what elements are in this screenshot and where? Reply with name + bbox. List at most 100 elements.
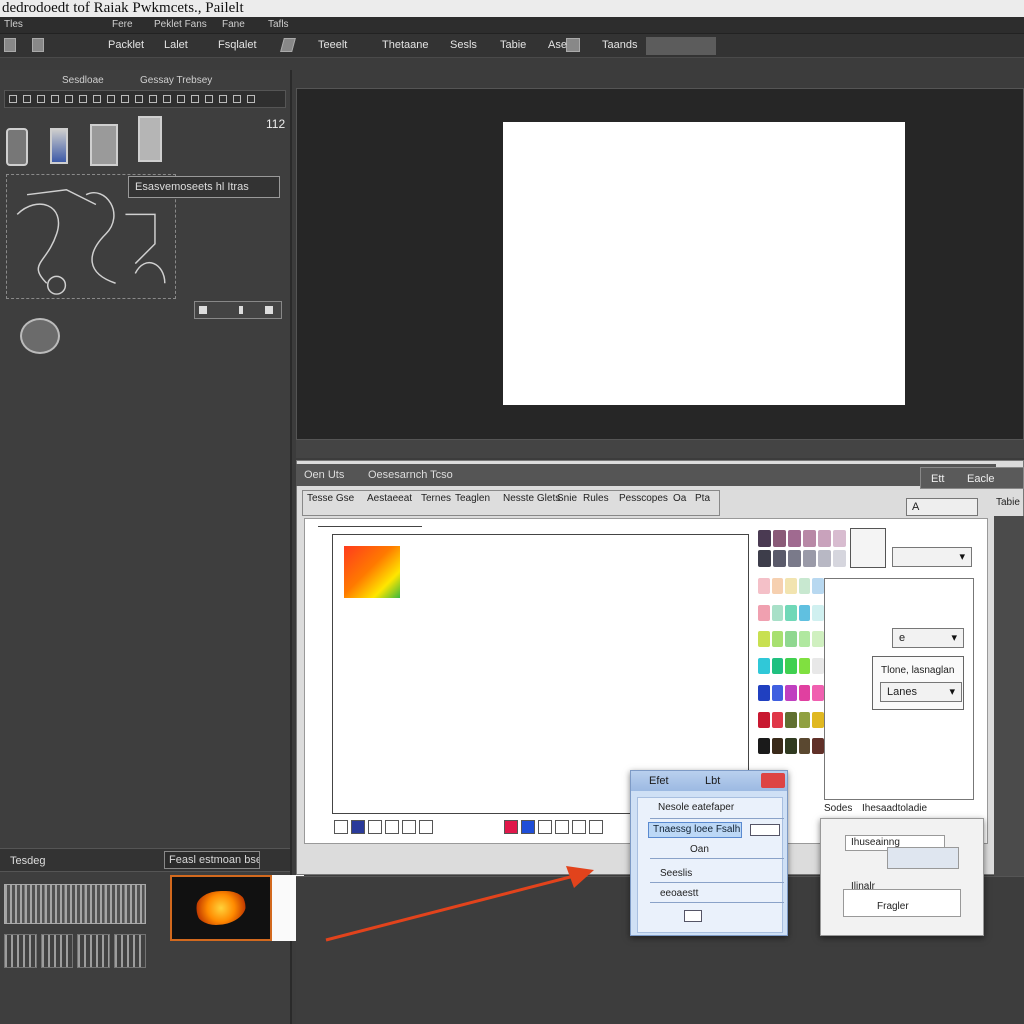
right-scrollbar[interactable] (994, 516, 1024, 876)
brush-sketch[interactable] (850, 528, 886, 568)
color-swatch[interactable] (785, 631, 797, 648)
tool-icon[interactable] (402, 820, 416, 834)
color-swatch[interactable] (771, 738, 784, 755)
tool-icon[interactable] (589, 820, 603, 834)
color-swatch[interactable] (812, 738, 824, 755)
color-swatch[interactable] (812, 604, 824, 621)
tool-icon[interactable] (219, 95, 227, 103)
canister-icon[interactable] (138, 116, 162, 162)
thumbnail[interactable] (4, 934, 37, 968)
color-swatch[interactable] (812, 711, 824, 728)
tool-icon[interactable] (163, 95, 171, 103)
color-swatch[interactable] (812, 578, 824, 594)
title-right-label[interactable]: Eacle (967, 473, 995, 485)
toggle-icon[interactable] (199, 306, 207, 314)
color-swatch[interactable] (798, 578, 811, 594)
toolbar-item[interactable]: Fsqlalet (218, 39, 257, 51)
toolbar-item[interactable]: Taands (602, 39, 637, 51)
tool-icon[interactable] (9, 95, 17, 103)
color-swatch[interactable] (785, 578, 797, 594)
toolbar-item[interactable]: Packlet (108, 39, 144, 51)
thumbnail-strip-secondary[interactable] (4, 934, 146, 968)
color-swatch[interactable] (785, 711, 797, 728)
tool-icon[interactable] (121, 95, 129, 103)
inner-menu-item[interactable]: Snie (557, 493, 577, 504)
tool-icon[interactable] (149, 95, 157, 103)
tool-icon[interactable] (107, 95, 115, 103)
tool-icon[interactable] (368, 820, 382, 834)
bottle-icon[interactable] (50, 128, 68, 164)
dialog-ok-button[interactable] (684, 910, 702, 922)
color-swatch[interactable] (771, 604, 784, 621)
color-swatch[interactable] (771, 631, 784, 648)
color-swatch[interactable] (798, 658, 811, 675)
color-swatch[interactable] (833, 530, 846, 547)
color-swatch[interactable] (771, 578, 784, 594)
tool-icon[interactable] (177, 95, 185, 103)
inner-menu-item[interactable]: Teaglen (455, 493, 490, 504)
color-swatch[interactable] (803, 550, 816, 567)
brush-icon[interactable] (280, 38, 296, 52)
tool-icon[interactable] (51, 95, 59, 103)
cube-icon[interactable] (6, 128, 28, 166)
color-swatch[interactable] (785, 738, 797, 755)
inner-menu-item[interactable]: Aestaeeat (367, 493, 412, 504)
tool-icon[interactable] (247, 95, 255, 103)
artboard[interactable] (503, 122, 905, 405)
color-swatch[interactable] (833, 550, 846, 567)
tool-icon[interactable] (419, 820, 433, 834)
title-right-label[interactable]: Ett (931, 473, 944, 485)
color-swatch[interactable] (798, 684, 811, 701)
panel-divider[interactable] (296, 440, 1024, 458)
inner-menu-item[interactable]: Pta (695, 493, 710, 504)
color-swatch[interactable] (758, 550, 771, 567)
view-button-a[interactable]: A (907, 501, 924, 513)
thumbnail[interactable] (5, 885, 25, 923)
thumbnail[interactable] (113, 934, 146, 968)
thumbnail[interactable] (85, 885, 105, 923)
toolbar-input[interactable] (646, 37, 716, 55)
color-swatch[interactable] (788, 550, 801, 567)
dialog-toggle[interactable] (750, 824, 780, 836)
color-swatch[interactable] (758, 738, 770, 755)
view-buttons[interactable]: A (906, 498, 978, 516)
color-swatch[interactable] (788, 530, 801, 547)
dialog-option[interactable]: Oan (690, 844, 709, 855)
inner-menu-item[interactable]: Pesscopes (619, 493, 668, 504)
panel-tab[interactable]: Gessay Trebsey (140, 75, 212, 86)
color-swatch[interactable] (758, 604, 770, 621)
color-swatch[interactable] (818, 550, 831, 567)
color-swatch[interactable] (758, 658, 770, 675)
tool-icon[interactable] (572, 820, 586, 834)
color-swatch[interactable] (758, 631, 770, 648)
thumbnail[interactable] (105, 885, 125, 923)
save-icon[interactable] (32, 38, 44, 52)
tool-icon[interactable] (385, 820, 399, 834)
gradient-swatch[interactable] (344, 546, 400, 598)
color-swatch[interactable] (785, 604, 797, 621)
color-swatch[interactable] (798, 738, 811, 755)
tool-icon[interactable] (79, 95, 87, 103)
tool-icon[interactable] (351, 820, 365, 834)
toolbar-item[interactable]: Ase (548, 39, 567, 51)
thumbnail[interactable] (77, 934, 110, 968)
color-swatch[interactable] (803, 530, 816, 547)
color-swatch[interactable] (771, 684, 784, 701)
toolbar-item[interactable]: Thetaane (382, 39, 428, 51)
box-icon[interactable] (566, 38, 580, 52)
tab[interactable]: Ihesaadtoladie (862, 803, 927, 814)
tool-icon[interactable] (23, 95, 31, 103)
close-button[interactable] (761, 773, 785, 788)
dropdown-a[interactable] (892, 547, 972, 567)
lower-panel-tab[interactable]: Feasl estmoan bsel (164, 851, 260, 869)
color-swatch[interactable] (785, 684, 797, 701)
tool-icon[interactable] (65, 95, 73, 103)
tool-icon[interactable] (191, 95, 199, 103)
color-swatch[interactable] (798, 631, 811, 648)
thumbnail[interactable] (65, 885, 85, 923)
color-chip-blue[interactable] (521, 820, 535, 834)
menu-item[interactable]: Tles (4, 19, 23, 30)
lanes-dropdown[interactable]: Lanes (880, 682, 962, 702)
thumbnail[interactable] (125, 885, 145, 923)
toolbar-item[interactable]: Lalet (164, 39, 188, 51)
